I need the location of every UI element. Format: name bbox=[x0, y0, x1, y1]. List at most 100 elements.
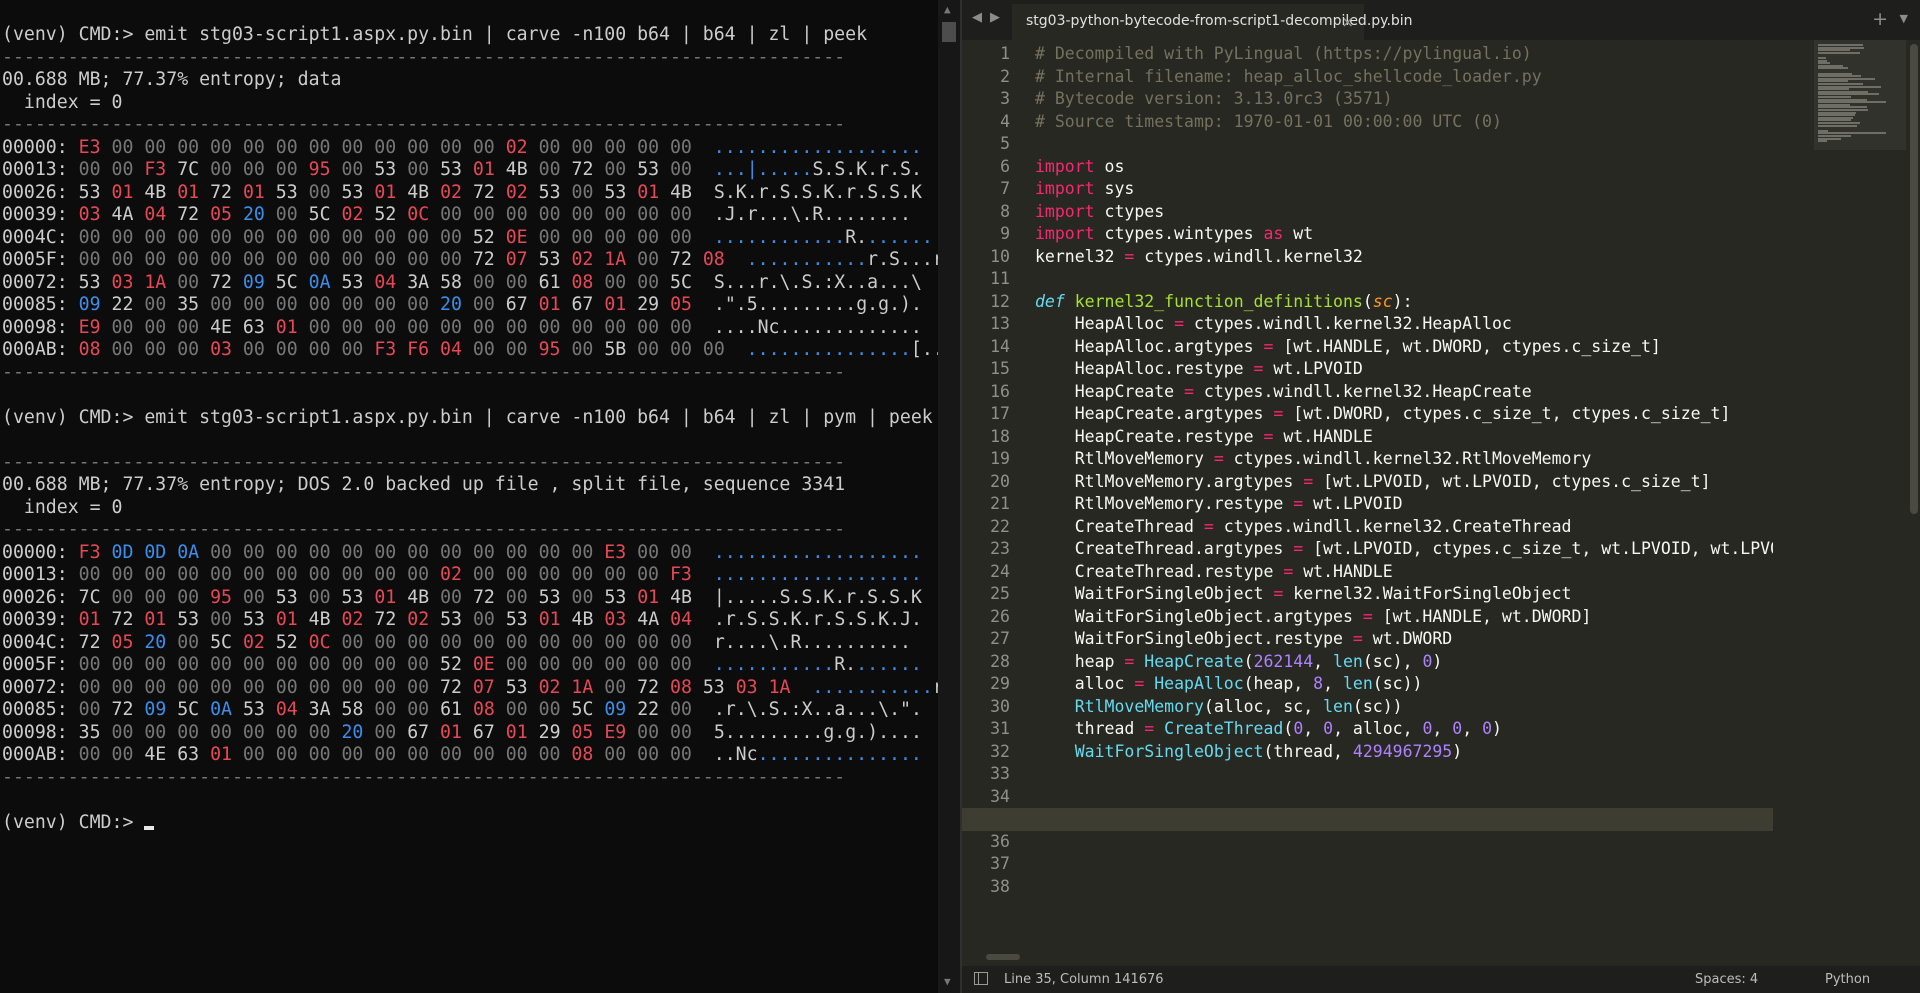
terminal-text: .r.S.S.K.r.S.S.K.J. bbox=[692, 609, 922, 630]
close-icon[interactable]: × bbox=[1341, 13, 1354, 31]
terminal-text: 03 1A bbox=[111, 271, 167, 293]
code-line: CreateThread = ctypes.windll.kernel32.Cr… bbox=[1035, 516, 1773, 539]
code-token: 0 bbox=[1293, 719, 1304, 738]
terminal-text: ----------------------------------------… bbox=[2, 361, 846, 383]
terminal-text: 04 bbox=[670, 609, 693, 630]
cursor-position[interactable]: Line 35, Column 141676 bbox=[1004, 972, 1164, 987]
terminal-text: ............... bbox=[746, 339, 911, 360]
code-token: = bbox=[1362, 606, 1373, 626]
terminal-text: 67 bbox=[461, 721, 506, 743]
terminal-text: 02 bbox=[407, 609, 430, 630]
vertical-scroll-thumb[interactable] bbox=[1910, 44, 1918, 514]
terminal-text: 000AB: bbox=[2, 744, 79, 765]
terminal-text: 00 bbox=[462, 609, 506, 630]
terminal-text: ....Nc............. bbox=[713, 316, 922, 338]
panel-toggle-icon[interactable] bbox=[974, 972, 988, 985]
terminal-text: 5C bbox=[166, 699, 211, 720]
terminal-text: 29 bbox=[527, 721, 572, 743]
terminal-text: 00 00 bbox=[461, 271, 539, 293]
code-token: 0 bbox=[1482, 719, 1493, 738]
new-tab-icon[interactable]: + bbox=[1872, 8, 1888, 30]
terminal-text: 00 00 00 bbox=[100, 316, 211, 338]
terminal-text: 00000: bbox=[2, 541, 79, 563]
tab-menu-icon[interactable]: ▼ bbox=[1900, 12, 1908, 25]
terminal-text: 20 bbox=[341, 721, 364, 743]
code-token: def bbox=[1035, 291, 1065, 311]
code-token: HeapAlloc bbox=[1154, 674, 1244, 693]
minimap[interactable] bbox=[1814, 40, 1906, 150]
editor-horizontal-scrollbar[interactable] bbox=[986, 952, 1826, 962]
terminal-text: 4A bbox=[100, 204, 145, 225]
terminal-text: .J.r...\.R........ bbox=[713, 204, 911, 225]
code-token: wt.HANDLE bbox=[1293, 561, 1393, 581]
terminal-text: 00 00 00 bbox=[199, 159, 309, 180]
terminal-text: 01 bbox=[538, 609, 561, 630]
terminal-text: 00 00 00 00 bbox=[231, 339, 375, 360]
terminal-text: 53 bbox=[429, 609, 463, 630]
terminal-text: 7C bbox=[166, 159, 200, 180]
horizontal-scroll-thumb[interactable] bbox=[986, 954, 1020, 960]
tab-nav-right-icon[interactable]: ▶ bbox=[990, 10, 1000, 25]
terminal-panel[interactable]: (venv) CMD:> emit stg03-script1.aspx.py.… bbox=[0, 0, 938, 993]
terminal-text: 00 bbox=[396, 159, 441, 180]
terminal-text: 00 00 00 00 00 00 bbox=[494, 654, 714, 675]
terminal-text: 53 bbox=[374, 159, 397, 180]
scroll-down-icon[interactable]: ▼ bbox=[944, 976, 951, 987]
terminal-text: 00 00 00 00 00 00 00 00 00 00 00 00 bbox=[78, 226, 473, 248]
minimap-line bbox=[1818, 67, 1848, 70]
terminal-text: 01 bbox=[275, 609, 298, 630]
terminal-text: 00 bbox=[199, 609, 243, 630]
terminal-text: r.S...r. bbox=[867, 249, 938, 270]
tab-decompiled-file[interactable]: stg03-python-bytecode-from-script1-decom… bbox=[1012, 4, 1413, 40]
terminal-text: 05 bbox=[111, 631, 134, 653]
code-line: CreateThread.argtypes = [wt.LPVOID, ctyp… bbox=[1035, 538, 1773, 561]
line-number: 38 bbox=[990, 876, 1010, 896]
line-number: 2 bbox=[1000, 66, 1010, 86]
editor-vertical-scrollbar[interactable] bbox=[1908, 40, 1920, 770]
code-token: kernel32_function_definitions bbox=[1074, 291, 1363, 311]
code-token: [wt.LPVOID, wt.LPVOID, ctypes.c_size_t] bbox=[1313, 471, 1711, 491]
code-token: ) bbox=[1492, 719, 1502, 738]
terminal-scroll-thumb[interactable] bbox=[942, 22, 956, 42]
terminal-line: 00072: 53 03 1A 00 72 09 5C 0A 53 04 3A … bbox=[2, 272, 938, 295]
code-line: WaitForSingleObject.argtypes = [wt.HANDL… bbox=[1035, 606, 1773, 629]
terminal-text: 01 bbox=[144, 609, 167, 630]
terminal-text: ................... bbox=[713, 136, 922, 158]
terminal-line: 00072: 00 00 00 00 00 00 00 00 00 00 00 … bbox=[2, 677, 938, 700]
code-token: = bbox=[1303, 471, 1314, 491]
terminal-text: 35 bbox=[177, 294, 200, 315]
code-token: ctypes bbox=[1094, 201, 1165, 221]
line-number: 33 bbox=[990, 764, 1010, 783]
code-token: kernel32 bbox=[1035, 246, 1125, 266]
code-token: import bbox=[1035, 224, 1095, 243]
terminal-text: 00 00 00 00 00 00 00 00 00 00 00 00 bbox=[100, 136, 506, 158]
code-token: , alloc, bbox=[1333, 719, 1423, 738]
terminal-text: 08 bbox=[78, 339, 101, 360]
indentation-setting[interactable]: Spaces: 4 bbox=[1695, 972, 1758, 987]
terminal-text: 00098: 35 bbox=[2, 721, 101, 743]
scroll-up-icon[interactable]: ▲ bbox=[944, 4, 951, 15]
terminal-text: 00 bbox=[659, 159, 714, 180]
code-token: RtlMoveMemory bbox=[1035, 449, 1214, 468]
line-number: 24 bbox=[990, 561, 1010, 581]
code-token: , bbox=[1323, 674, 1343, 693]
terminal-text: 0A bbox=[210, 699, 232, 720]
terminal-text: 00 00 00 00 00 00 bbox=[461, 564, 670, 585]
terminal-text: 00 00 00 00 00 00 00 00 00 00 bbox=[231, 744, 572, 765]
tab-nav-left-icon[interactable]: ◀ bbox=[972, 10, 982, 25]
terminal-text: 02 bbox=[341, 609, 364, 630]
terminal-text: 5B bbox=[604, 339, 627, 360]
terminal-text: 00026: 53 bbox=[2, 181, 112, 203]
terminal-line: index = 0 bbox=[2, 497, 938, 520]
syntax-selector[interactable]: Python bbox=[1825, 972, 1870, 987]
code-token: = bbox=[1263, 336, 1274, 356]
code-token: 262144 bbox=[1253, 651, 1314, 671]
code-area[interactable]: # Decompiled with PyLingual (https://pyl… bbox=[1035, 43, 1773, 763]
terminal-scrollbar[interactable]: ▲ ▼ bbox=[938, 0, 960, 993]
tab-title: stg03-python-bytecode-from-script1-decom… bbox=[1026, 13, 1413, 29]
code-token: wt.DWORD bbox=[1362, 629, 1453, 648]
terminal-line: 00026: 7C 00 00 00 95 00 53 00 53 01 4B … bbox=[2, 587, 938, 610]
code-token: alloc bbox=[1035, 674, 1135, 693]
code-line: HeapAlloc.restype = wt.LPVOID bbox=[1035, 358, 1773, 381]
line-number: 20 bbox=[990, 471, 1010, 491]
